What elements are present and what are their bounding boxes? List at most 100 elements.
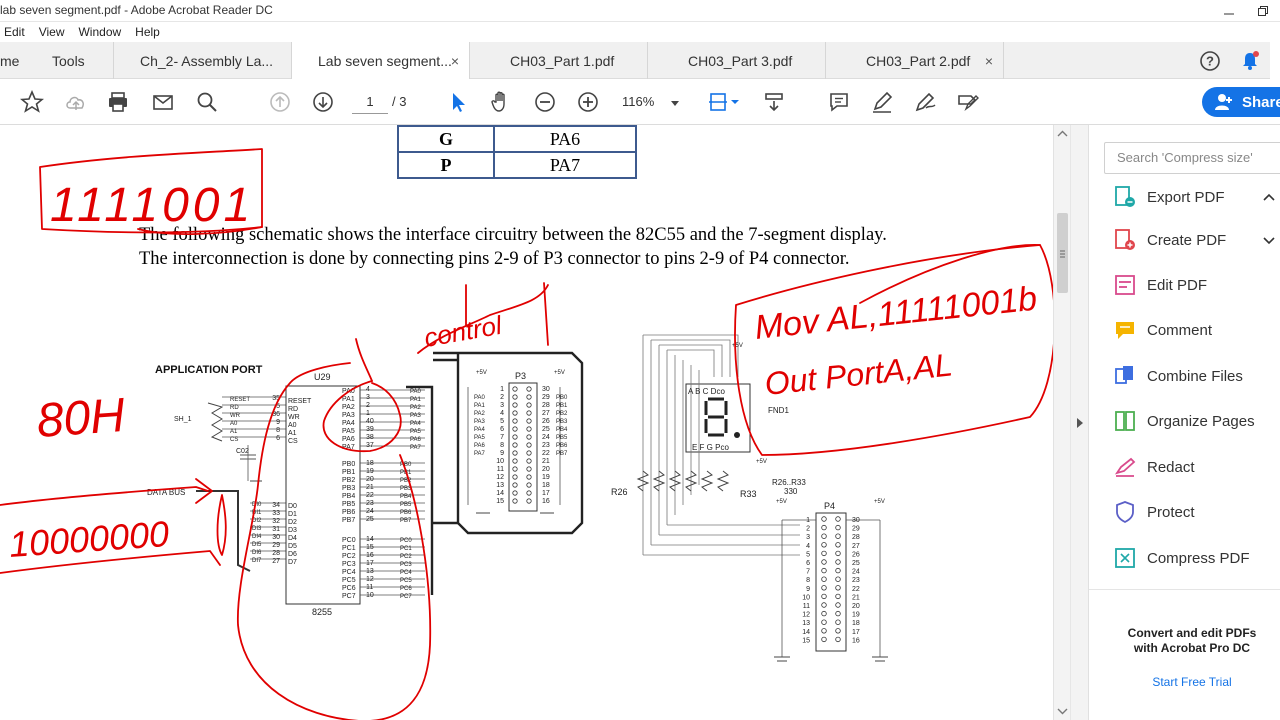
zoom-in-button[interactable] [574, 88, 602, 116]
edit-pdf-icon [1115, 275, 1135, 295]
free-trial-link[interactable]: Start Free Trial [1117, 675, 1267, 689]
menu-help[interactable]: Help [135, 25, 160, 39]
zoom-select[interactable]: 116% [622, 90, 688, 114]
sign-icon [958, 95, 979, 112]
help-button[interactable]: ? [1190, 50, 1230, 72]
highlight-button[interactable] [868, 88, 896, 116]
divider [1089, 589, 1280, 590]
connector-pin [821, 524, 827, 531]
menu-bar: Edit View Window Help [0, 22, 1280, 42]
upload-button[interactable] [62, 88, 90, 116]
bookmark-button[interactable] [18, 88, 46, 116]
p3-right-net-label: PB0 [556, 395, 568, 401]
print-button[interactable] [104, 88, 132, 116]
scroll-down-icon[interactable] [1054, 704, 1071, 718]
tool-redact[interactable]: Redact [1113, 454, 1195, 480]
p4-pin-number: 6 [806, 560, 810, 567]
zoom-out-button[interactable] [531, 88, 559, 116]
tab-doc-ch03-part1[interactable]: CH03_Part 1.pdf [470, 42, 648, 79]
restore-button[interactable] [1246, 0, 1280, 22]
menu-window[interactable]: Window [78, 25, 121, 39]
connector-pin [512, 442, 518, 448]
control-pin-label: CS [288, 438, 298, 445]
page-number-input[interactable]: 1 [352, 90, 388, 114]
control-pin-label: RD [288, 406, 298, 413]
tab-doc-ch03-part2[interactable]: CH03_Part 2.pdf × [826, 42, 1004, 79]
connector-pin [526, 450, 532, 456]
select-tool-button[interactable] [444, 88, 472, 116]
next-page-button[interactable] [309, 88, 337, 116]
hand-tool-button[interactable] [487, 88, 515, 116]
p3-label: P3 [515, 371, 526, 381]
tab-close-button[interactable]: × [451, 53, 459, 69]
p3-pin-number: 20 [542, 466, 550, 473]
tool-combine-files[interactable]: Combine Files [1113, 363, 1243, 389]
scrollbar-thumb[interactable] [1057, 213, 1068, 293]
comment-button[interactable] [825, 88, 853, 116]
port-b-pin-label: PB0 [342, 461, 355, 468]
p3-left-net-label: PA4 [474, 427, 486, 433]
tab-close-button[interactable]: × [985, 53, 993, 69]
minimize-button[interactable] [1212, 0, 1246, 22]
share-button[interactable]: Share [1202, 87, 1280, 117]
r33-label: R33 [740, 489, 757, 499]
tab-tools[interactable]: Tools [40, 42, 114, 79]
tab-doc-ch2[interactable]: Ch_2- Assembly La... [114, 42, 292, 79]
r26-label: R26 [611, 487, 628, 497]
tool-label: Export PDF [1147, 188, 1225, 206]
p4-label: P4 [824, 501, 835, 511]
menu-edit[interactable]: Edit [4, 25, 25, 39]
tool-export-pdf[interactable]: Export PDF [1113, 184, 1225, 210]
p3-pin-number: 18 [542, 482, 550, 489]
connector-pin [835, 524, 841, 531]
port-a-pin-label: PA5 [342, 428, 355, 435]
notifications-button[interactable] [1230, 50, 1270, 72]
scroll-mode-button[interactable] [760, 88, 788, 116]
p3-pin-number: 11 [497, 466, 504, 473]
port-c-line-label: PC7 [400, 594, 412, 600]
connector-pin [821, 602, 827, 608]
page-display-button[interactable] [706, 88, 742, 116]
tool-edit-pdf[interactable]: Edit PDF [1113, 272, 1207, 298]
connector-pin [512, 466, 518, 472]
document-view[interactable]: G PA6 P PA7 The following schematic show… [0, 125, 1053, 720]
fill-sign-button[interactable] [954, 88, 982, 116]
previous-page-button[interactable] [266, 88, 294, 116]
tab-home[interactable]: me [0, 42, 40, 79]
find-button[interactable] [193, 88, 221, 116]
p3-pin-number: 10 [496, 458, 504, 465]
email-button[interactable] [149, 88, 177, 116]
tool-organize-pages[interactable]: Organize Pages [1113, 408, 1255, 434]
tool-create-pdf[interactable]: Create PDF [1113, 227, 1226, 253]
tool-protect[interactable]: Protect [1113, 499, 1195, 525]
p4-pin-number: 12 [802, 612, 810, 619]
tool-compress-pdf[interactable]: Compress PDF [1113, 545, 1250, 571]
connector-pin [526, 418, 532, 424]
p4-pin-number: 5 [806, 551, 810, 558]
port-a-line-label: PA6 [410, 437, 422, 443]
envelope-icon [153, 95, 173, 110]
restore-icon [1258, 6, 1268, 16]
scroll-up-icon[interactable] [1054, 127, 1071, 141]
port-b-pin-label: PB1 [342, 469, 355, 476]
tools-pane: Search 'Compress size' Export PDF Create … [1088, 125, 1280, 720]
pane-collapse-bar[interactable] [1070, 125, 1088, 720]
vertical-scrollbar[interactable] [1053, 125, 1070, 720]
chevron-down-icon[interactable] [1261, 232, 1277, 248]
tab-doc-ch03-part3[interactable]: CH03_Part 3.pdf [648, 42, 826, 79]
vcc-label: +5V [554, 370, 565, 376]
pin-number: 32 [272, 518, 280, 525]
grip-icon [1060, 250, 1065, 258]
add-person-icon [1215, 94, 1232, 110]
port-a-line-label: PA2 [410, 405, 422, 411]
chevron-up-icon[interactable] [1261, 189, 1277, 205]
tab-doc-lab-seven-segment[interactable]: Lab seven segment... × [292, 42, 470, 80]
connector-pin [512, 434, 518, 440]
tools-search-input[interactable]: Search 'Compress size' [1104, 142, 1280, 174]
tool-comment[interactable]: Comment [1113, 317, 1212, 343]
p3-pin-number: 15 [496, 498, 504, 505]
chevron-right-icon[interactable] [1071, 415, 1089, 431]
control-line-label: WR [230, 413, 241, 419]
menu-view[interactable]: View [39, 25, 65, 39]
draw-button[interactable] [911, 88, 939, 116]
